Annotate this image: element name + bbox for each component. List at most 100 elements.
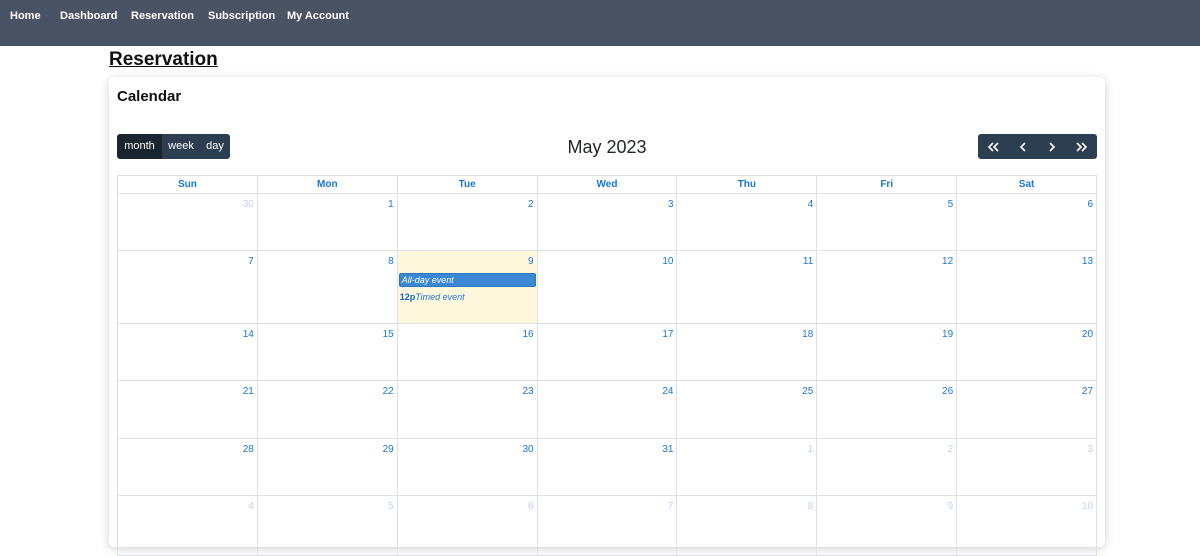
day-cell[interactable]: 10 (538, 251, 678, 323)
day-number: 10 (662, 256, 674, 267)
day-cell[interactable]: 9 (817, 496, 958, 555)
day-cell[interactable]: 7 (538, 496, 678, 555)
day-cell[interactable]: 2 (817, 439, 958, 495)
day-number: 20 (1081, 329, 1094, 340)
day-number: 5 (388, 501, 394, 512)
day-cell[interactable]: 19 (817, 324, 958, 380)
day-number: 7 (667, 501, 674, 512)
day-cell[interactable]: 22 (258, 381, 398, 438)
day-number: 6 (528, 501, 534, 512)
day-cell[interactable]: 2 (398, 194, 538, 250)
day-cell[interactable]: 7 (118, 251, 258, 323)
day-cell-today[interactable]: 9 All-day event 12pTimed event (397, 251, 538, 323)
day-cell[interactable]: 1 (677, 439, 818, 495)
nav-my-account-link[interactable]: My Account (287, 10, 349, 22)
day-number: 8 (388, 256, 394, 267)
weekday-mon: Mon (256, 176, 397, 193)
day-cell[interactable]: 17 (538, 324, 678, 380)
day-number: 31 (662, 444, 674, 455)
day-cell[interactable]: 28 (118, 439, 258, 495)
day-number: 3 (1087, 444, 1094, 455)
day-number: 23 (522, 386, 534, 397)
day-cell[interactable]: 11 (677, 251, 818, 323)
day-cell[interactable]: 5 (817, 194, 958, 250)
day-number: 2 (528, 199, 534, 210)
event-time: 12p (399, 292, 416, 302)
day-number: 4 (248, 501, 254, 512)
day-number: 8 (807, 501, 814, 512)
day-cell[interactable]: 29 (258, 439, 398, 495)
day-cell[interactable]: 25 (677, 381, 818, 438)
all-day-event[interactable]: All-day event (398, 273, 536, 287)
day-number: 16 (522, 329, 534, 340)
chevron-left-icon (1019, 141, 1027, 152)
day-cell[interactable]: 4 (677, 194, 818, 250)
weekday-tue: Tue (396, 176, 537, 193)
weekday-fri: Fri (816, 176, 956, 193)
day-cell[interactable]: 16 (398, 324, 538, 380)
weekday-header: Sun Mon Tue Wed Thu Fri Sat (117, 175, 1097, 194)
day-cell[interactable]: 15 (258, 324, 398, 380)
week-row: 21 22 23 24 25 26 27 (117, 381, 1098, 439)
day-number: 2 (947, 444, 954, 455)
day-cell[interactable]: 12 (817, 251, 958, 323)
day-cell[interactable]: 20 (957, 324, 1098, 380)
day-number: 18 (802, 329, 814, 340)
day-number: 22 (382, 386, 394, 397)
day-number: 9 (947, 501, 954, 512)
weekday-sat: Sat (956, 176, 1096, 193)
day-number: 19 (942, 329, 954, 340)
nav-dashboard-link[interactable]: Dashboard (60, 10, 117, 22)
day-number: 6 (1087, 199, 1094, 210)
month-grid: Sun Mon Tue Wed Thu Fri Sat 30 1 2 3 4 5… (117, 175, 1098, 556)
nav-home-link[interactable]: Home (10, 10, 41, 22)
day-cell[interactable]: 3 (957, 439, 1098, 495)
week-row: 4 5 6 7 8 9 10 (117, 496, 1098, 556)
weekday-thu: Thu (676, 176, 816, 193)
day-number: 10 (1081, 501, 1094, 512)
day-number: 15 (382, 329, 394, 340)
calendar-card: Calendar month week day May 2023 Sun Mon… (109, 77, 1105, 556)
day-number: 14 (242, 329, 254, 340)
day-cell[interactable]: 27 (957, 381, 1098, 438)
top-navbar: Home Dashboard Reservation Subscription … (0, 0, 1200, 46)
day-number: 13 (1081, 256, 1094, 267)
day-cell[interactable]: 10 (957, 496, 1098, 555)
week-row: 28 29 30 31 1 2 3 (117, 439, 1098, 496)
day-cell[interactable]: 8 (258, 251, 398, 323)
day-cell[interactable]: 21 (118, 381, 258, 438)
day-cell[interactable]: 1 (258, 194, 398, 250)
day-cell[interactable]: 24 (538, 381, 678, 438)
double-chevron-right-icon (1076, 141, 1088, 152)
day-number: 3 (667, 199, 674, 210)
day-cell[interactable]: 31 (538, 439, 678, 495)
timed-event[interactable]: 12pTimed event (400, 292, 465, 303)
next-year-button[interactable] (1067, 134, 1097, 159)
day-cell[interactable]: 14 (118, 324, 258, 380)
day-cell[interactable]: 8 (677, 496, 818, 555)
day-cell[interactable]: 3 (538, 194, 678, 250)
day-number: 7 (248, 256, 254, 267)
day-cell[interactable]: 4 (118, 496, 258, 555)
next-month-button[interactable] (1038, 134, 1068, 159)
day-number: 26 (942, 386, 954, 397)
day-cell[interactable]: 30 (118, 194, 258, 250)
card-title: Calendar (117, 88, 182, 105)
nav-reservation-link[interactable]: Reservation (131, 10, 194, 22)
prev-month-button[interactable] (1008, 134, 1038, 159)
day-cell[interactable]: 23 (398, 381, 538, 438)
day-cell[interactable]: 30 (398, 439, 538, 495)
day-number: 5 (947, 199, 954, 210)
day-number: 1 (807, 444, 814, 455)
day-cell[interactable]: 6 (398, 496, 538, 555)
month-title: May 2023 (567, 137, 647, 157)
day-number: 25 (802, 386, 814, 397)
day-cell[interactable]: 13 (957, 251, 1098, 323)
day-cell[interactable]: 6 (957, 194, 1098, 250)
day-cell[interactable]: 5 (258, 496, 398, 555)
day-number: 12 (942, 256, 954, 267)
day-cell[interactable]: 26 (817, 381, 958, 438)
day-cell[interactable]: 18 (677, 324, 818, 380)
nav-subscription-link[interactable]: Subscription (208, 10, 275, 22)
prev-year-button[interactable] (978, 134, 1008, 159)
